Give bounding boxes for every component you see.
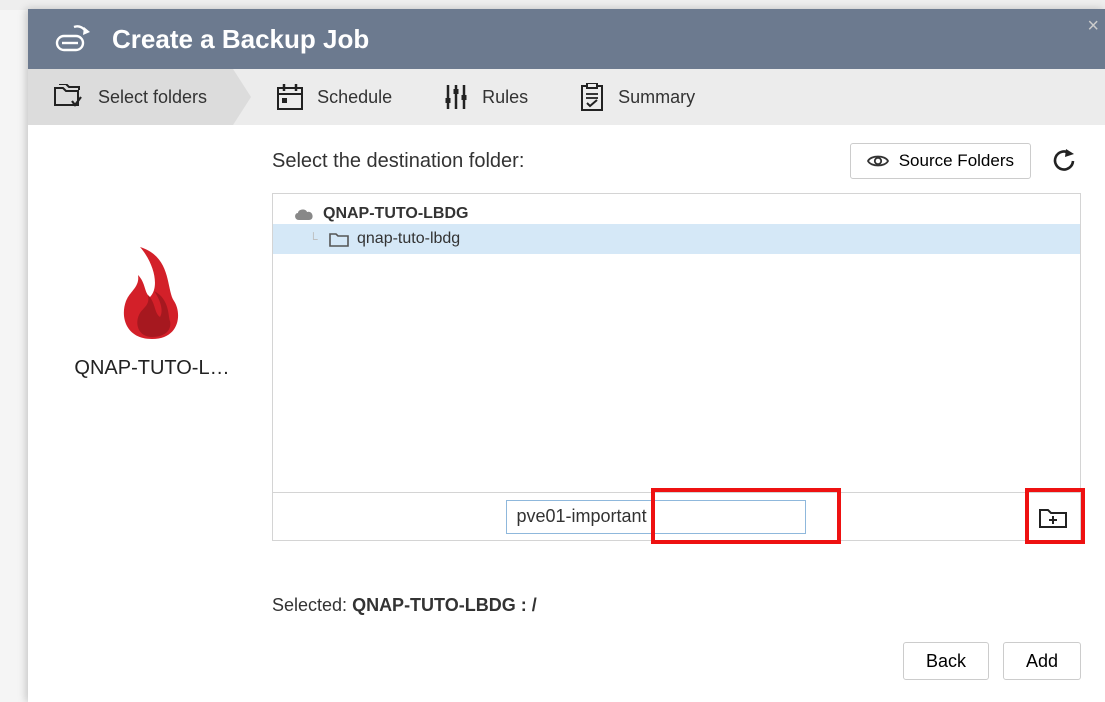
folders-check-icon	[54, 84, 84, 110]
nas-sync-icon	[54, 24, 90, 54]
tree-elbow-icon: └	[309, 232, 321, 246]
folder-plus-icon	[1039, 506, 1067, 528]
sliders-icon	[444, 84, 468, 110]
dialog-footer: Back Add	[272, 632, 1081, 684]
create-backup-dialog: × Create a Backup Job Select folders	[28, 9, 1105, 702]
refresh-icon[interactable]	[1051, 148, 1077, 174]
close-icon[interactable]: ×	[1087, 15, 1099, 38]
provider-name: QNAP-TUTO-L…	[52, 357, 252, 380]
source-folders-label: Source Folders	[899, 151, 1014, 171]
backblaze-flame-icon	[110, 243, 194, 343]
folder-icon	[329, 231, 349, 247]
calendar-icon	[277, 84, 303, 110]
step-select-folders[interactable]: Select folders	[28, 69, 233, 125]
new-folder-row	[272, 493, 1081, 541]
step-summary[interactable]: Summary	[554, 69, 721, 125]
step-rules[interactable]: Rules	[418, 69, 554, 125]
step-label: Select folders	[98, 87, 207, 108]
add-button[interactable]: Add	[1003, 642, 1081, 680]
back-button[interactable]: Back	[903, 642, 989, 680]
step-label: Rules	[482, 87, 528, 108]
selected-path: Selected: QNAP-TUTO-LBDG : /	[272, 595, 1081, 616]
cloud-icon	[293, 207, 315, 221]
dialog-header: Create a Backup Job	[28, 9, 1105, 69]
step-schedule[interactable]: Schedule	[233, 69, 418, 125]
step-label: Schedule	[317, 87, 392, 108]
dialog-title: Create a Backup Job	[112, 24, 369, 55]
new-folder-input[interactable]	[506, 500, 806, 534]
selected-label: Selected:	[272, 595, 352, 615]
step-label: Summary	[618, 87, 695, 108]
tree-root-label: QNAP-TUTO-LBDG	[323, 205, 468, 223]
eye-icon	[867, 154, 889, 168]
tree-root-item[interactable]: QNAP-TUTO-LBDG	[273, 194, 1080, 224]
tree-child-label: qnap-tuto-lbdg	[357, 230, 460, 248]
clipboard-check-icon	[580, 83, 604, 111]
tree-child-item[interactable]: └ qnap-tuto-lbdg	[273, 224, 1080, 254]
destination-heading: Select the destination folder:	[272, 150, 850, 173]
source-folders-button[interactable]: Source Folders	[850, 143, 1031, 179]
selected-value: QNAP-TUTO-LBDG : /	[352, 595, 537, 615]
folder-tree[interactable]: QNAP-TUTO-LBDG └ qnap-tuto-lbdg	[272, 193, 1081, 493]
create-folder-button[interactable]	[1032, 500, 1074, 534]
provider-side-panel: QNAP-TUTO-L…	[52, 143, 252, 684]
wizard-steps: Select folders Schedule	[28, 69, 1105, 125]
